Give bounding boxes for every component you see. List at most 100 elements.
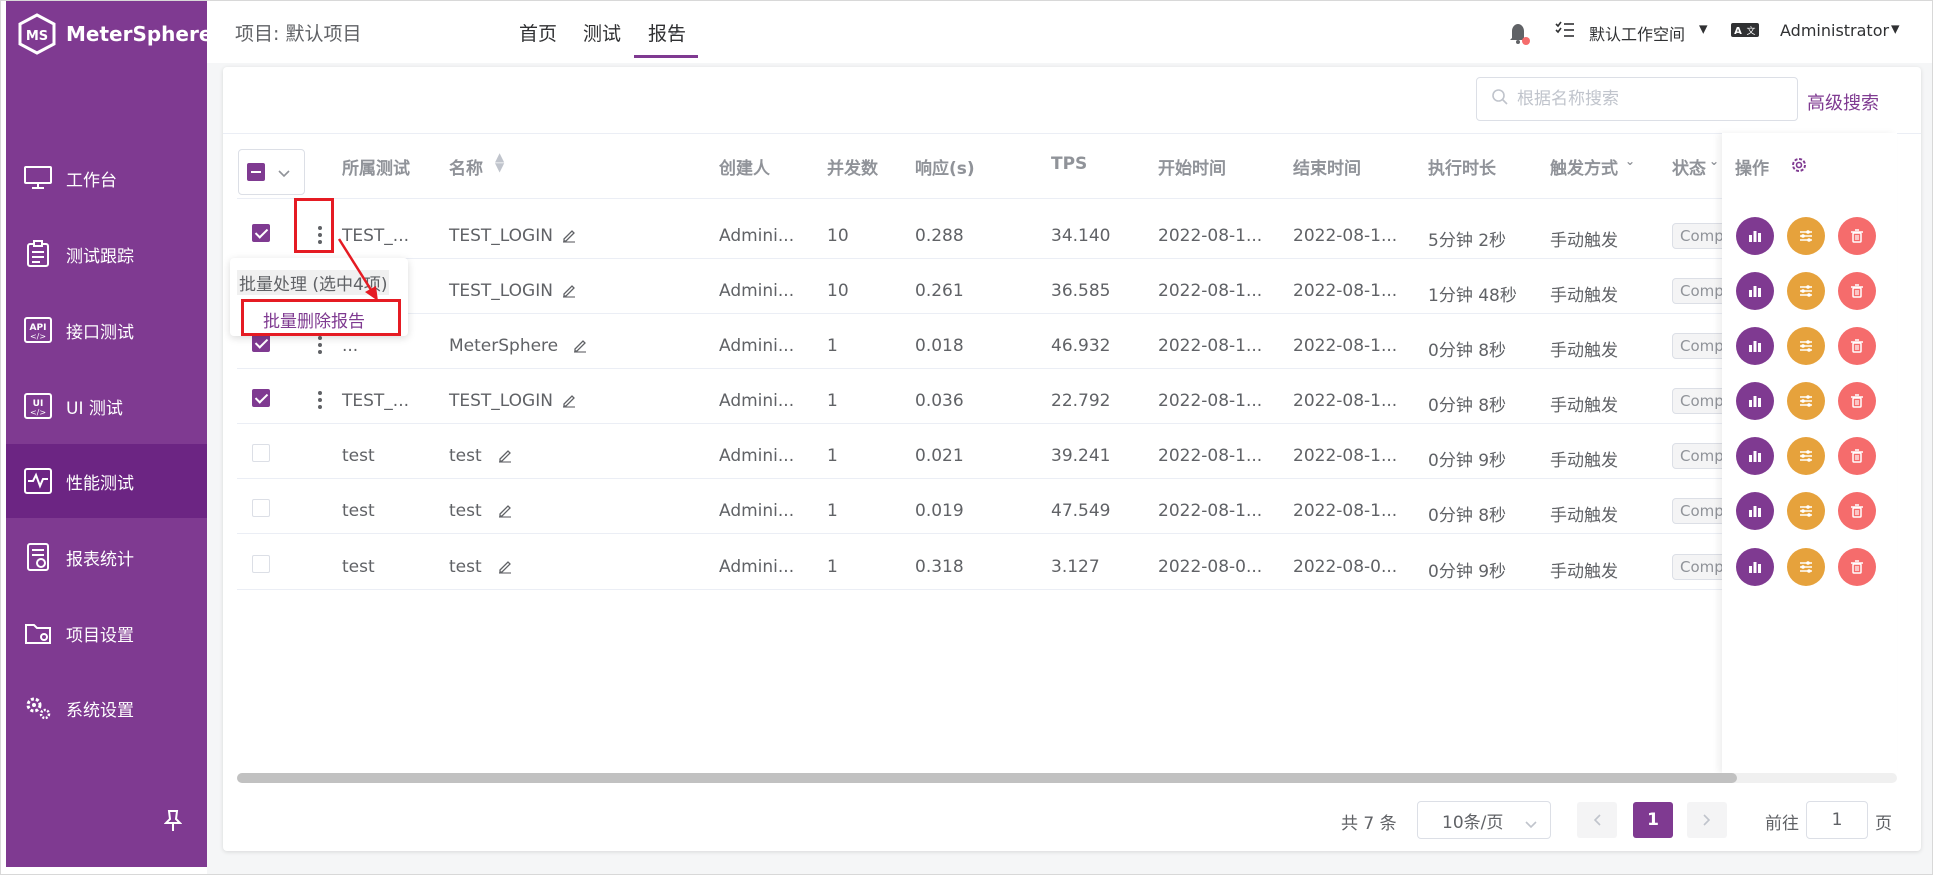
table-cell-name[interactable]: test	[449, 557, 482, 577]
adjust-button[interactable]	[1787, 437, 1825, 475]
prev-page-button[interactable]	[1577, 802, 1617, 838]
adjust-button[interactable]	[1787, 272, 1825, 310]
delete-button[interactable]	[1838, 548, 1876, 586]
table-cell-trigger: 手动触发	[1550, 231, 1618, 251]
bell-icon[interactable]	[1508, 21, 1530, 50]
view-report-button[interactable]	[1736, 548, 1774, 586]
col-header-start-time[interactable]: 开始时间	[1158, 154, 1226, 179]
col-header-tps[interactable]: TPS	[1051, 154, 1087, 174]
page-number-current[interactable]: 1	[1633, 802, 1673, 838]
sidebar-item-ui-test[interactable]: UI </> UI 测试	[6, 369, 207, 443]
adjust-button[interactable]	[1787, 217, 1825, 255]
edit-pencil-icon[interactable]	[497, 447, 513, 468]
caret-down-icon[interactable]: ▾	[1699, 19, 1708, 39]
delete-button[interactable]	[1838, 272, 1876, 310]
adjust-button[interactable]	[1787, 492, 1825, 530]
table-cell-name[interactable]: TEST_LOGIN	[449, 281, 553, 301]
caret-down-icon[interactable]: ▾	[1891, 19, 1900, 39]
sidebar-item-project-settings[interactable]: 项目设置	[6, 596, 207, 670]
view-report-button[interactable]	[1736, 382, 1774, 420]
col-header-name[interactable]: 名称	[449, 154, 483, 179]
delete-button[interactable]	[1838, 492, 1876, 530]
adjust-button[interactable]	[1787, 327, 1825, 365]
table-cell-name[interactable]: test	[449, 501, 482, 521]
row-checkbox[interactable]	[252, 444, 270, 462]
col-header-status[interactable]: 状态	[1672, 154, 1706, 179]
view-report-button[interactable]	[1736, 492, 1774, 530]
search-icon	[1491, 88, 1509, 111]
table-cell-tps: 34.140	[1051, 226, 1111, 246]
view-report-button[interactable]	[1736, 437, 1774, 475]
view-report-button[interactable]	[1736, 217, 1774, 255]
sidebar-item-performance-test[interactable]: 性能测试	[6, 444, 207, 518]
sidebar-item-workbench[interactable]: 工作台	[6, 141, 207, 215]
delete-button[interactable]	[1838, 327, 1876, 365]
workspace-list-icon	[1555, 20, 1575, 45]
goto-page-input[interactable]	[1806, 801, 1868, 839]
col-header-trigger[interactable]: 触发方式	[1550, 154, 1618, 179]
table-cell-start: 2022-08-1...	[1158, 226, 1263, 246]
edit-pencil-icon[interactable]	[561, 392, 577, 413]
edit-pencil-icon[interactable]	[497, 502, 513, 523]
sidebar-item-report-stats[interactable]: 报表统计	[6, 520, 207, 594]
select-all-checkbox[interactable]	[238, 149, 305, 195]
table-cell-name[interactable]: TEST_LOGIN	[449, 226, 553, 246]
tab-test[interactable]: 测试	[583, 19, 621, 46]
tab-home[interactable]: 首页	[519, 19, 557, 46]
filter-chevron-icon[interactable]: ⌄	[1625, 154, 1635, 168]
project-selector[interactable]: 项目: 默认项目	[235, 19, 361, 46]
language-icon[interactable]: A文	[1731, 21, 1759, 44]
more-options-icon[interactable]	[313, 334, 327, 356]
monitor-icon	[22, 162, 54, 194]
delete-button[interactable]	[1838, 382, 1876, 420]
table-cell-tps: 39.241	[1051, 446, 1111, 466]
col-header-concurrency[interactable]: 并发数	[827, 154, 878, 179]
logo[interactable]: MS MeterSphere	[16, 13, 212, 55]
horizontal-scrollbar-thumb[interactable]	[237, 773, 1737, 783]
sidebar-item-label: 项目设置	[66, 625, 134, 646]
edit-pencil-icon[interactable]	[572, 337, 588, 358]
workspace-selector[interactable]: 默认工作空间	[1589, 21, 1685, 45]
row-checkbox[interactable]	[252, 224, 270, 242]
edit-pencil-icon[interactable]	[561, 227, 577, 248]
filter-chevron-icon[interactable]: ⌄	[1709, 154, 1719, 168]
view-report-button[interactable]	[1736, 272, 1774, 310]
row-checkbox[interactable]	[252, 334, 270, 352]
table-cell-name[interactable]: test	[449, 446, 482, 466]
sidebar-item-test-track[interactable]: 测试跟踪	[6, 217, 207, 291]
advanced-search-link[interactable]: 高级搜索	[1807, 89, 1879, 115]
table-cell-name[interactable]: TEST_LOGIN	[449, 391, 553, 411]
edit-pencil-icon[interactable]	[561, 282, 577, 303]
page-size-select[interactable]: 10条/页	[1417, 801, 1551, 839]
user-menu[interactable]: Administrator	[1780, 21, 1889, 40]
next-page-button[interactable]	[1687, 802, 1727, 838]
row-checkbox[interactable]	[252, 389, 270, 407]
sort-icon[interactable]: ▲ ▼	[495, 151, 504, 173]
search-input[interactable]	[1517, 89, 1777, 109]
row-checkbox[interactable]	[252, 499, 270, 517]
pin-icon[interactable]	[163, 809, 183, 838]
col-header-end-time[interactable]: 结束时间	[1293, 154, 1361, 179]
chevron-down-icon[interactable]	[277, 164, 291, 184]
table-cell-name[interactable]: MeterSphere	[449, 336, 558, 356]
col-header-response[interactable]: 响应(s)	[915, 154, 975, 179]
delete-button[interactable]	[1838, 437, 1876, 475]
tab-report[interactable]: 报告	[648, 19, 686, 46]
col-header-test[interactable]: 所属测试	[342, 154, 410, 179]
sidebar-item-api-test[interactable]: API </> 接口测试	[6, 293, 207, 367]
more-options-icon[interactable]	[313, 389, 327, 411]
sidebar-item-system-settings[interactable]: 系统设置	[6, 671, 207, 745]
edit-pencil-icon[interactable]	[497, 558, 513, 579]
col-header-creator[interactable]: 创建人	[719, 154, 770, 179]
settings-gear-icon[interactable]	[1789, 155, 1809, 180]
delete-button[interactable]	[1838, 217, 1876, 255]
api-icon: API </>	[22, 314, 54, 346]
col-header-duration[interactable]: 执行时长	[1428, 154, 1496, 179]
indeterminate-checkbox[interactable]	[247, 163, 265, 181]
row-checkbox[interactable]	[252, 555, 270, 573]
adjust-button[interactable]	[1787, 548, 1825, 586]
adjust-button[interactable]	[1787, 382, 1825, 420]
bar-chart-icon	[1747, 283, 1763, 299]
view-report-button[interactable]	[1736, 327, 1774, 365]
search-box[interactable]	[1476, 77, 1798, 121]
